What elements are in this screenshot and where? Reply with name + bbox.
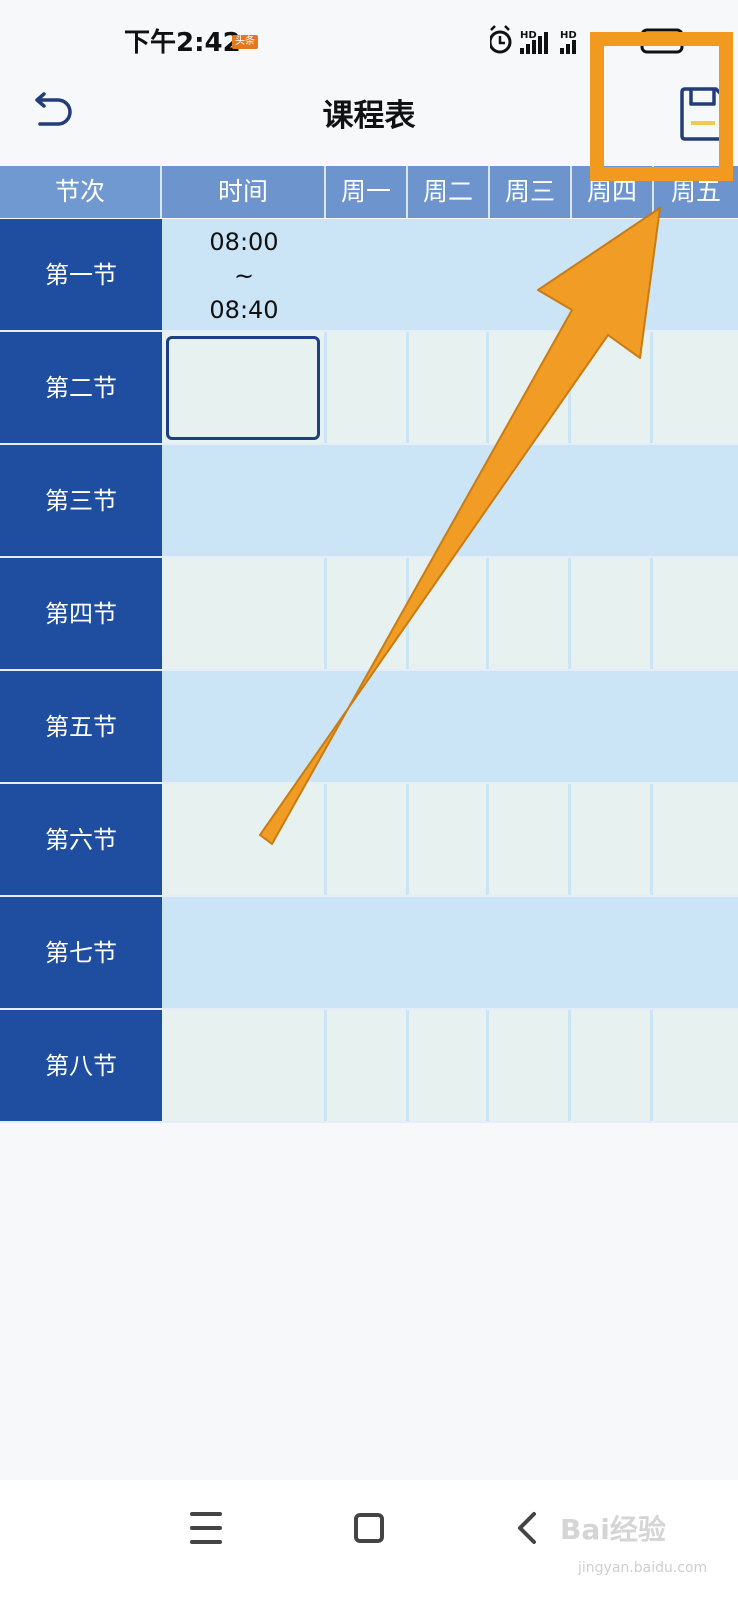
signal-label-2: HD	[560, 30, 577, 41]
status-time: 下午2:42	[124, 28, 241, 58]
table-row: 第一节 08:00 ~ 08:40	[0, 219, 738, 332]
status-icons: HD HD	[490, 25, 684, 54]
watermark-url: jingyan.baidu.com	[578, 1560, 708, 1576]
column-header-thu: 周四	[572, 166, 654, 218]
column-divider	[406, 784, 409, 895]
row-label-period-4: 第四节	[0, 558, 162, 671]
table-row: 第七节	[0, 897, 738, 1010]
table-header-row: 节次 时间 周一 周二 周三 周四 周五	[0, 166, 738, 218]
row-label-period-1: 第一节	[0, 219, 162, 332]
column-divider	[486, 784, 489, 895]
column-divider	[486, 1010, 489, 1121]
column-divider	[406, 332, 409, 443]
column-divider	[486, 558, 489, 669]
status-bar: 下午2:42 头条 HD HD	[0, 0, 738, 84]
status-badge: 头条	[232, 35, 258, 49]
column-header-period: 节次	[0, 166, 162, 218]
column-divider	[324, 1010, 327, 1121]
column-header-fri: 周五	[654, 166, 738, 218]
row-label-period-3: 第三节	[0, 445, 162, 558]
signal-label-1: HD	[520, 30, 537, 41]
table-row: 第六节	[0, 784, 738, 897]
column-divider	[406, 558, 409, 669]
column-header-wed: 周三	[490, 166, 572, 218]
column-divider	[568, 784, 571, 895]
row-label-period-2: 第二节	[0, 332, 162, 445]
column-header-mon: 周一	[326, 166, 408, 218]
column-header-time: 时间	[162, 166, 326, 218]
column-divider	[650, 1010, 653, 1121]
back-chevron-icon[interactable]	[498, 1498, 558, 1558]
watermark-brand: Bai经验	[560, 1513, 666, 1546]
row-cells[interactable]	[162, 897, 738, 1010]
table-row: 第八节	[0, 1010, 738, 1123]
column-divider	[568, 1010, 571, 1121]
time-separator: ~	[233, 262, 255, 290]
column-divider	[568, 558, 571, 669]
column-divider	[324, 558, 327, 669]
row-label-period-8: 第八节	[0, 1010, 162, 1123]
row-cells[interactable]	[162, 445, 738, 558]
app-header: 课程表	[0, 78, 738, 164]
column-divider	[650, 332, 653, 443]
column-divider	[324, 332, 327, 443]
row-cells[interactable]	[162, 671, 738, 784]
column-header-tue: 周二	[408, 166, 490, 218]
time-end: 08:40	[209, 296, 279, 324]
table-row: 第二节	[0, 332, 738, 445]
row-cells[interactable]	[162, 784, 738, 897]
selected-time-cell[interactable]	[166, 336, 320, 440]
table-row: 第三节	[0, 445, 738, 558]
column-divider	[486, 332, 489, 443]
save-icon[interactable]	[678, 86, 730, 142]
time-start: 08:00	[209, 228, 279, 256]
menu-icon[interactable]	[176, 1498, 236, 1558]
column-divider	[324, 784, 327, 895]
row-label-period-5: 第五节	[0, 671, 162, 784]
table-row: 第四节	[0, 558, 738, 671]
row-cells[interactable]	[162, 558, 738, 671]
time-cell[interactable]: 08:00 ~ 08:40	[162, 225, 326, 327]
column-divider	[568, 332, 571, 443]
signal-icon-2	[560, 40, 576, 54]
home-square-icon[interactable]	[338, 1498, 398, 1558]
table-row: 第五节	[0, 671, 738, 784]
row-cells[interactable]: 08:00 ~ 08:40	[162, 219, 738, 332]
column-divider	[650, 558, 653, 669]
row-cells[interactable]	[162, 1010, 738, 1123]
alarm-icon	[490, 25, 512, 54]
row-label-period-7: 第七节	[0, 897, 162, 1010]
page-title: 课程表	[322, 98, 416, 134]
battery-icon	[640, 28, 684, 54]
row-label-period-6: 第六节	[0, 784, 162, 897]
row-cells[interactable]	[162, 332, 738, 445]
column-divider	[406, 1010, 409, 1121]
column-divider	[650, 784, 653, 895]
